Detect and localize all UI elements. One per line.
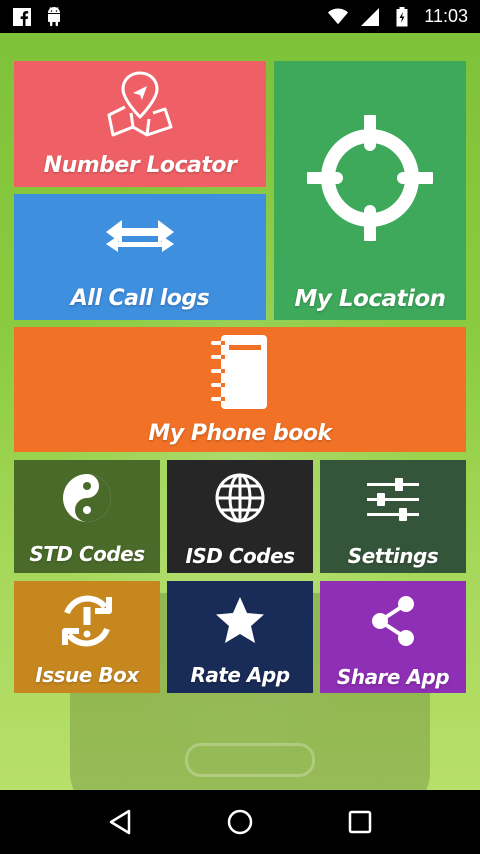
navigation-bar: [0, 790, 480, 854]
tile-label: ISD Codes: [185, 544, 295, 568]
recents-icon[interactable]: [340, 802, 380, 842]
tile-label: STD Codes: [29, 542, 145, 566]
android-icon: [44, 6, 64, 27]
crosshair-icon: [274, 115, 466, 241]
notebook-icon: [14, 333, 466, 411]
tile-label: Rate App: [190, 663, 290, 687]
tile-my-phone-book[interactable]: My Phone book: [14, 327, 466, 452]
share-icon: [320, 595, 466, 647]
wifi-icon: [328, 7, 349, 27]
signal-icon: [360, 7, 380, 27]
tile-label: My Location: [294, 286, 446, 312]
status-time: 11:03: [424, 6, 468, 26]
tile-label: Issue Box: [35, 663, 139, 687]
tile-issue-box[interactable]: Issue Box: [14, 581, 160, 693]
tile-my-location[interactable]: My Location: [274, 61, 466, 320]
tile-label: Number Locator: [43, 153, 237, 178]
sliders-icon: [320, 478, 466, 522]
status-bar: 11:03: [0, 0, 480, 33]
star-icon: [167, 595, 313, 645]
yin-yang-icon: [14, 472, 160, 524]
swap-arrows-icon: [14, 216, 266, 260]
tile-label: Share App: [336, 665, 450, 689]
tile-label: My Phone book: [148, 421, 332, 446]
tile-isd-codes[interactable]: ISD Codes: [167, 460, 313, 573]
battery-icon: [392, 6, 412, 27]
refresh-alert-icon: [14, 591, 160, 651]
tile-label: All Call logs: [70, 286, 210, 311]
tile-std-codes[interactable]: STD Codes: [14, 460, 160, 573]
home-icon[interactable]: [220, 802, 260, 842]
home-screen: Number Locator All Call logs My Location: [0, 33, 480, 790]
back-icon[interactable]: [100, 802, 140, 842]
tile-rate-app[interactable]: Rate App: [167, 581, 313, 693]
map-pin-icon: [14, 69, 266, 139]
tile-share-app[interactable]: Share App: [320, 581, 466, 693]
tile-settings[interactable]: Settings: [320, 460, 466, 573]
globe-icon: [167, 472, 313, 524]
facebook-icon: [12, 7, 32, 27]
tile-label: Settings: [347, 544, 439, 568]
tile-all-call-logs[interactable]: All Call logs: [14, 194, 266, 320]
tile-number-locator[interactable]: Number Locator: [14, 61, 266, 187]
